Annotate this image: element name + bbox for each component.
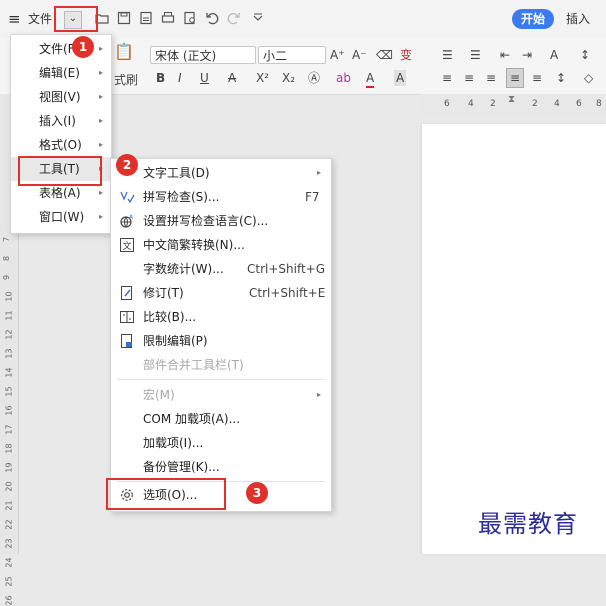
justify-icon[interactable]: ≡ xyxy=(506,68,525,88)
clear-format-icon[interactable]: ⌫ xyxy=(376,47,393,63)
italic-button[interactable]: I xyxy=(178,70,182,86)
underline-button[interactable]: U xyxy=(200,70,209,86)
align-center-icon[interactable]: ≡ xyxy=(464,70,474,86)
chevron-right-icon: ▸ xyxy=(99,116,104,125)
undo-icon[interactable] xyxy=(204,10,220,26)
menu-item-word-count[interactable]: 字数统计(W)... Ctrl+Shift+G xyxy=(111,257,331,281)
save-icon[interactable] xyxy=(116,10,132,26)
redo-icon[interactable] xyxy=(226,10,242,26)
tab-home[interactable]: 开始 xyxy=(512,9,554,29)
file-menu-button[interactable]: 文件 xyxy=(28,10,52,28)
svg-text:文: 文 xyxy=(123,240,132,252)
menu-item-spell-language[interactable]: A 设置拼写检查语言(C)... xyxy=(111,209,331,233)
menu-item-restrict-editing[interactable]: 限制编辑(P) xyxy=(111,329,331,353)
globe-icon: A xyxy=(119,213,135,229)
pinyin-button[interactable]: 变 xyxy=(400,47,412,63)
chinese-layout-icon[interactable]: A xyxy=(550,47,558,63)
strikethrough-button[interactable]: A xyxy=(228,70,236,86)
chevron-right-icon: ▸ xyxy=(317,168,322,177)
font-color-button[interactable]: A xyxy=(366,70,375,88)
decrease-indent-icon[interactable]: ⇤ xyxy=(500,47,510,63)
horizontal-ruler[interactable]: 6 4 2 ⧗ 2 4 6 8 xyxy=(420,94,606,116)
menu-item-track-changes[interactable]: 修订(T) Ctrl+Shift+E xyxy=(111,281,331,305)
tab-insert[interactable]: 插入 xyxy=(566,10,590,27)
numbered-list-icon[interactable]: ☰ xyxy=(470,47,481,63)
increase-indent-icon[interactable]: ⇥ xyxy=(522,47,532,63)
align-left-icon[interactable]: ≡ xyxy=(442,70,452,86)
customize-toolbar-icon[interactable] xyxy=(250,10,266,26)
shrink-font-button[interactable]: A⁻ xyxy=(352,47,367,63)
compare-icon xyxy=(119,309,135,325)
chinese-conversion-icon: 文 xyxy=(119,237,135,253)
menu-item-insert[interactable]: 插入(I) ▸ xyxy=(11,109,111,133)
chevron-right-icon: ▸ xyxy=(317,390,322,399)
menu-item-com-addins[interactable]: COM 加载项(A)... xyxy=(111,407,331,431)
grow-font-button[interactable]: A⁺ xyxy=(330,47,345,63)
highlight-box-dropdown xyxy=(54,6,98,32)
shading-icon[interactable]: ◇ xyxy=(584,70,593,86)
menu-separator xyxy=(117,379,325,380)
spell-check-icon xyxy=(119,189,135,205)
svg-text:A: A xyxy=(129,214,134,221)
step-badge-1: 1 xyxy=(72,36,94,58)
highlight-box-options xyxy=(106,478,226,510)
chevron-right-icon: ▸ xyxy=(99,68,104,77)
menu-item-window[interactable]: 窗口(W) ▸ xyxy=(11,205,111,229)
menu-item-edit[interactable]: 编辑(E) ▸ xyxy=(11,61,111,85)
align-right-icon[interactable]: ≡ xyxy=(486,70,496,86)
text-effect-icon[interactable]: Ⓐ xyxy=(308,70,320,86)
menu-item-compare[interactable]: 比较(B)... xyxy=(111,305,331,329)
menu-item-text-tools[interactable]: 文字工具(D) ▸ xyxy=(111,161,331,185)
line-spacing-icon[interactable]: ↕ xyxy=(556,70,566,86)
menu-item-file[interactable]: 文件(F) ▸ xyxy=(11,37,111,61)
menu-item-view[interactable]: 视图(V) ▸ xyxy=(11,85,111,109)
track-changes-icon xyxy=(119,285,135,301)
chevron-right-icon: ▸ xyxy=(99,140,104,149)
subscript-button[interactable]: X₂ xyxy=(282,70,295,86)
char-shading-icon[interactable]: A xyxy=(394,70,407,86)
watermark-text: 最需教育 xyxy=(478,510,578,538)
menu-item-format[interactable]: 格式(O) ▸ xyxy=(11,133,111,157)
menu-item-backup-manager[interactable]: 备份管理(K)... xyxy=(111,455,331,479)
menu-item-mail-merge-toolbar: 部件合并工具栏(T) xyxy=(143,358,244,372)
menu-item-macro: 宏(M) ▸ xyxy=(111,383,331,407)
file-dropdown-menu: 文件(F) ▸ 编辑(E) ▸ 视图(V) ▸ 插入(I) ▸ 格式(O) ▸ 工具(T)… xyxy=(10,34,112,234)
superscript-button[interactable]: X² xyxy=(256,70,269,86)
bullet-list-icon[interactable]: ☰ xyxy=(442,47,453,63)
paste-icon[interactable]: 📋 xyxy=(114,44,134,60)
format-painter-label[interactable]: 式刷 xyxy=(114,72,138,88)
menu-item-spell-check[interactable]: 拼写检查(S)... F7 xyxy=(111,185,331,209)
tools-submenu: 文字工具(D) ▸ 拼写检查(S)... F7 A 设置拼写检查语言(C)... 文中… xyxy=(110,158,332,512)
hamburger-menu-icon[interactable]: ≡ xyxy=(8,10,21,28)
document-page[interactable] xyxy=(422,124,606,554)
highlight-box-tools xyxy=(18,156,102,186)
bold-button[interactable]: B xyxy=(156,70,165,86)
chevron-right-icon: ▸ xyxy=(99,92,104,101)
sort-icon[interactable]: ↕ xyxy=(580,47,590,63)
highlight-icon[interactable]: ab xyxy=(336,70,351,86)
print-icon[interactable] xyxy=(160,10,176,26)
font-size-select[interactable]: 小二 xyxy=(258,46,326,64)
chevron-right-icon: ▸ xyxy=(99,44,104,53)
menu-item-addins[interactable]: 加载项(I)... xyxy=(111,431,331,455)
indent-marker-icon[interactable]: ⧗ xyxy=(508,94,515,105)
restrict-editing-icon xyxy=(119,333,135,349)
step-badge-3: 3 xyxy=(246,482,268,504)
chevron-right-icon: ▸ xyxy=(99,212,104,221)
distributed-align-icon[interactable]: ≡ xyxy=(532,70,542,86)
export-pdf-icon[interactable] xyxy=(138,10,154,26)
step-badge-2: 2 xyxy=(116,154,138,176)
font-name-select[interactable]: 宋体 (正文) xyxy=(150,46,256,64)
print-preview-icon[interactable] xyxy=(182,10,198,26)
menu-item-chinese-conversion[interactable]: 文中文简繁转换(N)... xyxy=(111,233,331,257)
